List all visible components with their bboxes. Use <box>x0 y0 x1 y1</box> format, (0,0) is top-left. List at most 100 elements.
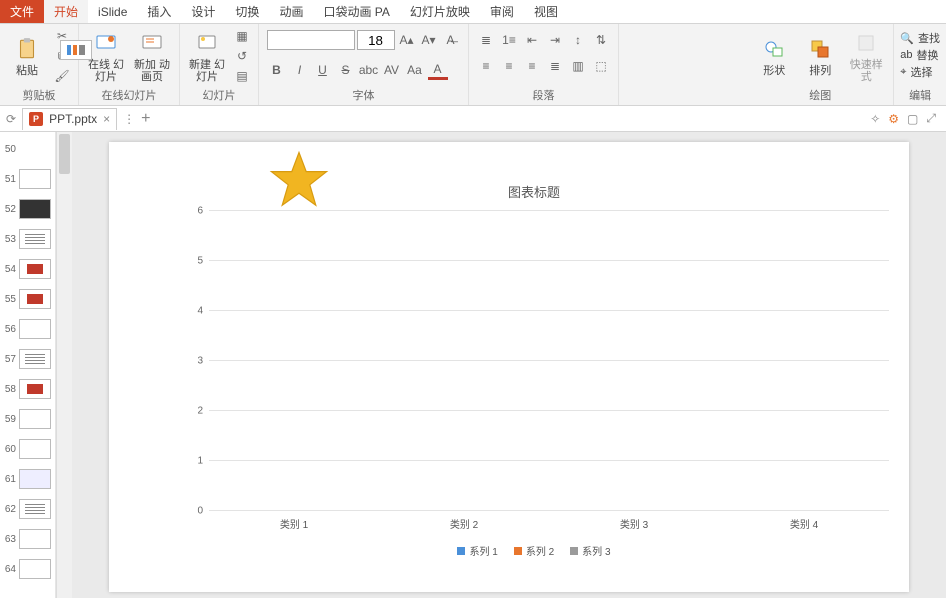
char-spacing-button[interactable]: AV <box>382 60 402 80</box>
binoculars-icon: 🔍 <box>900 32 914 45</box>
smartart-icon[interactable]: ⬚ <box>591 56 611 76</box>
tab-pocket-anim[interactable]: 口袋动画 PA <box>313 0 399 23</box>
section-icon[interactable]: ▤ <box>232 67 252 85</box>
replace-icon: ab <box>900 49 912 61</box>
thumbnail-slide-61[interactable]: 61 <box>0 464 55 494</box>
italic-button[interactable]: I <box>290 60 310 80</box>
clipboard-icon <box>13 35 41 63</box>
indent-right-icon[interactable]: ⇥ <box>545 30 565 50</box>
thumbnail-slide-56[interactable]: 56 <box>0 314 55 344</box>
numbering-icon[interactable]: 1≡ <box>499 30 519 50</box>
align-left-icon[interactable]: ≡ <box>476 56 496 76</box>
arrange-icon <box>806 35 834 63</box>
tab-menu-icon[interactable]: ⋮ <box>123 112 135 126</box>
align-right-icon[interactable]: ≡ <box>522 56 542 76</box>
thumbnail-slide-50[interactable]: 50 <box>0 134 55 164</box>
close-tab-icon[interactable]: × <box>103 112 110 126</box>
replace-button[interactable]: ab替换 <box>900 47 940 63</box>
columns-icon[interactable]: ▥ <box>568 56 588 76</box>
ribbon: 粘贴 ✂ ⧉ 🖌 剪贴板 在线 幻灯片 新加 动画页 <box>0 24 946 106</box>
tab-design[interactable]: 设计 <box>181 0 225 23</box>
thumbnail-number: 57 <box>2 354 16 365</box>
thumbnail-slide-55[interactable]: 55 <box>0 284 55 314</box>
slide-thumbnails-panel[interactable]: 50 51 52535455 56 57 58596061626364 <box>0 132 56 598</box>
thumbnail-slide-52[interactable]: 52 <box>0 194 55 224</box>
tab-islide[interactable]: iSlide <box>88 0 137 23</box>
font-color-button[interactable]: A <box>428 60 448 80</box>
expand-icon[interactable]: ⤢ <box>926 111 936 126</box>
thumbnail-slide-53[interactable]: 53 <box>0 224 55 254</box>
find-button[interactable]: 🔍查找 <box>900 30 940 46</box>
thumbnail-slide-62[interactable]: 62 <box>0 494 55 524</box>
strike-button[interactable]: S <box>336 60 356 80</box>
tab-transition[interactable]: 切换 <box>225 0 269 23</box>
decrease-font-icon[interactable]: A▾ <box>419 30 439 50</box>
slide[interactable]: 图表标题 0123456类别 1类别 2类别 3类别 4 系列 1系列 2系列 … <box>109 142 909 592</box>
layout-icon[interactable]: ▦ <box>232 27 252 45</box>
thumbnails-scrollbar[interactable] <box>56 132 72 598</box>
tab-insert[interactable]: 插入 <box>137 0 181 23</box>
thumbnail-number: 56 <box>2 324 16 335</box>
legend-item: 系列 2 <box>514 543 554 558</box>
tab-file[interactable]: 文件 <box>0 0 44 23</box>
group-paragraph: ≣ 1≡ ⇤ ⇥ ↕ ⇅ ≡ ≡ ≡ ≣ ▥ ⬚ 段落 <box>469 24 619 105</box>
shapes-button[interactable]: 形状 <box>753 26 795 86</box>
document-tab[interactable]: P PPT.pptx × <box>22 108 117 130</box>
y-axis-label: 3 <box>197 356 209 367</box>
new-anim-label: 新加 动画页 <box>131 59 173 83</box>
restore-icon[interactable]: ⟳ <box>6 112 16 126</box>
legend-item: 系列 3 <box>570 543 610 558</box>
text-direction-icon[interactable]: ⇅ <box>591 30 611 50</box>
bold-button[interactable]: B <box>267 60 287 80</box>
thumbnail-slide-59[interactable]: 59 <box>0 404 55 434</box>
thumbnail-slide-51[interactable]: 51 <box>0 164 55 194</box>
new-slide-button[interactable]: 新建 幻灯片 <box>186 26 228 86</box>
new-tab-icon[interactable]: + <box>141 110 150 128</box>
thumbnail-number: 51 <box>2 174 16 185</box>
group-font: A▴ A▾ A̶ B I U S abc AV Aa A 字体 <box>259 24 469 105</box>
thumbnail-slide-54[interactable]: 54 <box>0 254 55 284</box>
thumbnail-slide-64[interactable]: 64 <box>0 554 55 584</box>
gear-icon[interactable]: ⚙ <box>888 112 899 126</box>
tab-animation[interactable]: 动画 <box>269 0 313 23</box>
star-icon[interactable]: ✧ <box>870 112 880 126</box>
shadow-button[interactable]: abc <box>359 60 379 80</box>
clear-format-icon[interactable]: A̶ <box>441 30 461 50</box>
tab-slideshow[interactable]: 幻灯片放映 <box>400 0 480 23</box>
quick-styles-button[interactable]: 快速样式 <box>845 26 887 86</box>
thumbnail-preview <box>19 169 51 189</box>
cursor-icon: ⌖ <box>900 66 906 79</box>
thumbnail-slide-58[interactable]: 58 <box>0 374 55 404</box>
reset-icon[interactable]: ↺ <box>232 47 252 65</box>
thumbnail-slide-57[interactable]: 57 <box>0 344 55 374</box>
slide-canvas-area[interactable]: 图表标题 0123456类别 1类别 2类别 3类别 4 系列 1系列 2系列 … <box>72 132 946 598</box>
paste-button[interactable]: 粘贴 <box>6 26 48 86</box>
font-name-input[interactable] <box>267 30 355 50</box>
arrange-button[interactable]: 排列 <box>799 26 841 86</box>
tab-home[interactable]: 开始 <box>44 0 88 23</box>
quick-styles-icon <box>852 29 880 57</box>
window-icon[interactable]: ▢ <box>907 112 918 126</box>
change-case-button[interactable]: Aa <box>405 60 425 80</box>
chart-object[interactable]: 图表标题 0123456类别 1类别 2类别 3类别 4 系列 1系列 2系列 … <box>169 182 899 562</box>
thumbnail-preview <box>19 409 51 429</box>
select-button[interactable]: ⌖选择 <box>900 64 940 80</box>
justify-icon[interactable]: ≣ <box>545 56 565 76</box>
thumbnail-slide-60[interactable]: 60 <box>0 434 55 464</box>
tab-view[interactable]: 视图 <box>524 0 568 23</box>
new-slide-label: 新建 幻灯片 <box>186 59 228 83</box>
line-spacing-icon[interactable]: ↕ <box>568 30 588 50</box>
indent-left-icon[interactable]: ⇤ <box>522 30 542 50</box>
bullets-icon[interactable]: ≣ <box>476 30 496 50</box>
increase-font-icon[interactable]: A▴ <box>397 30 417 50</box>
tab-review[interactable]: 审阅 <box>480 0 524 23</box>
thumbnail-preview <box>19 199 51 219</box>
format-painter-icon[interactable]: 🖌 <box>52 67 72 85</box>
thumbnail-slide-63[interactable]: 63 <box>0 524 55 554</box>
shapes-icon <box>760 35 788 63</box>
group-label-editing: 编辑 <box>909 87 931 105</box>
new-anim-page-button[interactable]: 新加 动画页 <box>131 26 173 86</box>
underline-button[interactable]: U <box>313 60 333 80</box>
align-center-icon[interactable]: ≡ <box>499 56 519 76</box>
font-size-input[interactable] <box>357 30 395 50</box>
